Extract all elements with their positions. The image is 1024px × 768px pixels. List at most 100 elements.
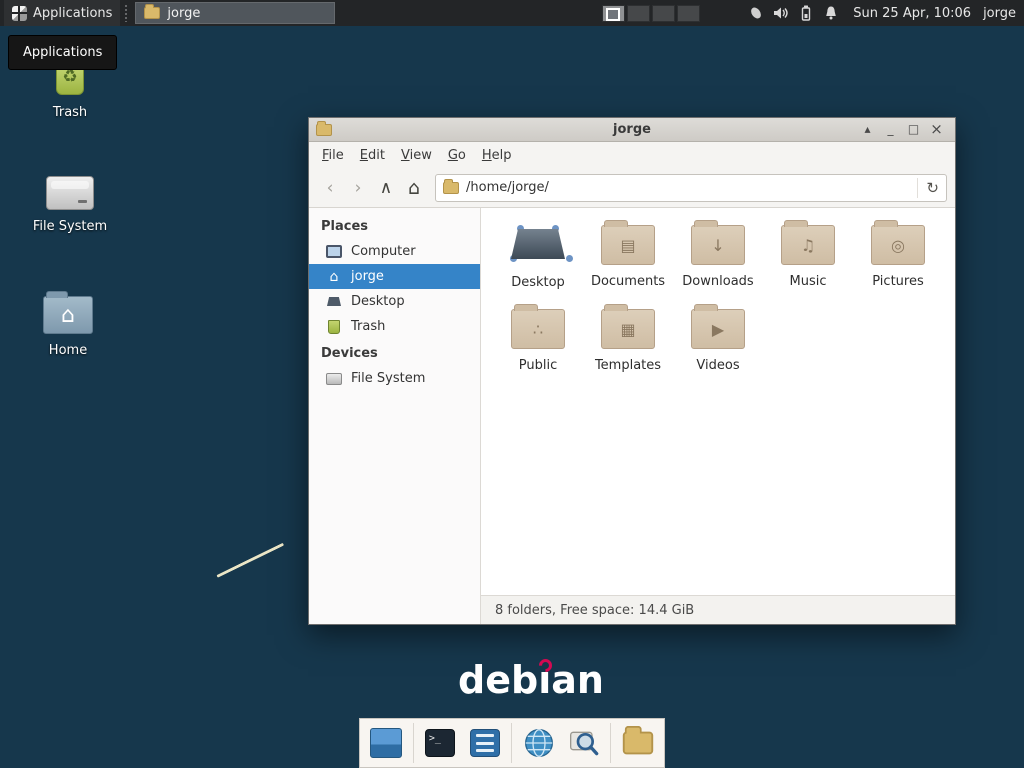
menu-edit[interactable]: Edit bbox=[352, 145, 393, 166]
sidebar-header-places: Places bbox=[309, 212, 480, 239]
folder-icon: ↓ bbox=[691, 225, 745, 265]
desk-surface bbox=[511, 229, 565, 259]
up-button[interactable]: ∧ bbox=[373, 175, 399, 201]
debian-logo: debıan bbox=[458, 658, 604, 702]
sidebar-item-file-system[interactable]: File System bbox=[309, 366, 480, 391]
panel-grip bbox=[124, 4, 129, 22]
file-item-pictures[interactable]: ◎ Pictures bbox=[853, 218, 943, 290]
file-item-documents[interactable]: ▤ Documents bbox=[583, 218, 673, 290]
menu-file[interactable]: File bbox=[314, 145, 352, 166]
home-icon: ⌂ bbox=[326, 270, 342, 284]
sidebar-item-label: Computer bbox=[351, 244, 416, 259]
folder-icon: ▦ bbox=[601, 309, 655, 349]
sidebar: Places Computer ⌂ jorge Desktop Trash De… bbox=[309, 208, 481, 624]
menu-go[interactable]: Go bbox=[440, 145, 474, 166]
minimize-button[interactable]: _ bbox=[879, 122, 902, 137]
dock-terminal[interactable]: >_ bbox=[421, 724, 459, 762]
file-label: Templates bbox=[595, 358, 661, 373]
sidebar-item-computer[interactable]: Computer bbox=[309, 239, 480, 264]
applications-menu-button[interactable]: Applications bbox=[4, 0, 120, 26]
panel-clock[interactable]: Sun 25 Apr, 10:06 bbox=[853, 6, 971, 21]
top-panel: Applications jorge Sun 25 Apr, 10:06 jor… bbox=[0, 0, 1024, 26]
shade-button[interactable]: ▴ bbox=[856, 122, 879, 137]
mouse-pointer-icon[interactable] bbox=[748, 5, 764, 21]
bottom-dock: >_ bbox=[359, 718, 665, 768]
folder-icon bbox=[144, 7, 160, 19]
folder-icon: ♫ bbox=[781, 225, 835, 265]
window-titlebar[interactable]: jorge ▴ _ □ × bbox=[309, 118, 955, 142]
taskbar-item-jorge[interactable]: jorge bbox=[135, 2, 335, 24]
desktop-icon-file-system[interactable]: File System bbox=[22, 168, 118, 234]
battery-icon[interactable] bbox=[798, 5, 814, 21]
dock-desktop-settings[interactable] bbox=[367, 724, 405, 762]
home-button[interactable]: ⌂ bbox=[401, 175, 427, 201]
close-button[interactable]: × bbox=[925, 122, 948, 137]
file-grid: Desktop ▤ Documents ↓ Downloads ♫ Music … bbox=[481, 208, 955, 595]
music-emblem-icon: ♫ bbox=[782, 226, 834, 264]
folder-icon: ∴ bbox=[511, 309, 565, 349]
applications-menu-label: Applications bbox=[33, 6, 112, 21]
maximize-button[interactable]: □ bbox=[902, 122, 925, 137]
file-label: Documents bbox=[591, 274, 665, 289]
menu-help[interactable]: Help bbox=[474, 145, 520, 166]
debian-logo-text: an bbox=[551, 658, 604, 702]
desktop-icon-label: File System bbox=[33, 219, 107, 234]
system-tray bbox=[748, 5, 839, 21]
file-label: Desktop bbox=[511, 275, 565, 290]
dock-file-manager[interactable] bbox=[619, 724, 657, 762]
trash-icon bbox=[326, 320, 342, 334]
file-item-public[interactable]: ∴ Public bbox=[493, 302, 583, 373]
menu-view[interactable]: View bbox=[393, 145, 440, 166]
taskbar-item-label: jorge bbox=[167, 6, 200, 21]
public-emblem-icon: ∴ bbox=[512, 310, 564, 348]
file-label: Videos bbox=[696, 358, 739, 373]
applications-menu-icon bbox=[12, 6, 27, 21]
dock-web-browser[interactable] bbox=[520, 724, 558, 762]
window-body: Places Computer ⌂ jorge Desktop Trash De… bbox=[309, 208, 955, 624]
location-bar[interactable]: /home/jorge/ ↻ bbox=[435, 174, 947, 202]
forward-button[interactable]: › bbox=[345, 175, 371, 201]
workspace-2[interactable] bbox=[627, 5, 650, 22]
dock-application-finder[interactable] bbox=[565, 724, 603, 762]
workspace-4[interactable] bbox=[677, 5, 700, 22]
folder-icon: ◎ bbox=[871, 225, 925, 265]
templates-emblem-icon: ▦ bbox=[602, 310, 654, 348]
terminal-icon: >_ bbox=[425, 729, 455, 757]
workspace-pager bbox=[602, 5, 700, 22]
sidebar-item-jorge[interactable]: ⌂ jorge bbox=[309, 264, 480, 289]
workspace-1[interactable] bbox=[602, 5, 625, 22]
sidebar-item-trash[interactable]: Trash bbox=[309, 314, 480, 339]
file-view: Desktop ▤ Documents ↓ Downloads ♫ Music … bbox=[481, 208, 955, 624]
workspace-3[interactable] bbox=[652, 5, 675, 22]
dock-panel-preferences[interactable] bbox=[466, 724, 504, 762]
file-item-videos[interactable]: ▶ Videos bbox=[673, 302, 763, 373]
file-item-desktop[interactable]: Desktop bbox=[493, 218, 583, 290]
dock-separator bbox=[413, 723, 414, 763]
applications-tooltip: Applications bbox=[8, 35, 117, 70]
current-path[interactable]: /home/jorge/ bbox=[466, 180, 910, 195]
notifications-bell-icon[interactable] bbox=[823, 5, 839, 21]
back-button[interactable]: ‹ bbox=[317, 175, 343, 201]
panel-username[interactable]: jorge bbox=[983, 6, 1016, 21]
sidebar-item-label: jorge bbox=[351, 269, 384, 284]
volume-icon[interactable] bbox=[773, 5, 789, 21]
drive-icon bbox=[46, 176, 94, 210]
file-item-downloads[interactable]: ↓ Downloads bbox=[673, 218, 763, 290]
status-text: 8 folders, Free space: 14.4 GiB bbox=[495, 603, 694, 618]
application-finder-icon bbox=[568, 727, 600, 759]
debian-logo-i: ı bbox=[538, 658, 551, 702]
reload-button[interactable]: ↻ bbox=[917, 178, 939, 198]
sidebar-header-devices: Devices bbox=[309, 339, 480, 366]
tooltip-text: Applications bbox=[23, 45, 102, 60]
computer-icon bbox=[326, 245, 342, 259]
desktop-folder-icon bbox=[509, 220, 567, 266]
file-item-templates[interactable]: ▦ Templates bbox=[583, 302, 673, 373]
sidebar-item-desktop[interactable]: Desktop bbox=[309, 289, 480, 314]
desktop-icon bbox=[326, 295, 342, 309]
desktop-icon-label: Home bbox=[49, 343, 87, 358]
file-item-music[interactable]: ♫ Music bbox=[763, 218, 853, 290]
desktop-icon-home[interactable]: ⌂ Home bbox=[20, 290, 116, 358]
stray-line-artifact bbox=[216, 543, 284, 578]
debian-swirl-icon: ı bbox=[538, 658, 551, 702]
dock-separator bbox=[511, 723, 512, 763]
